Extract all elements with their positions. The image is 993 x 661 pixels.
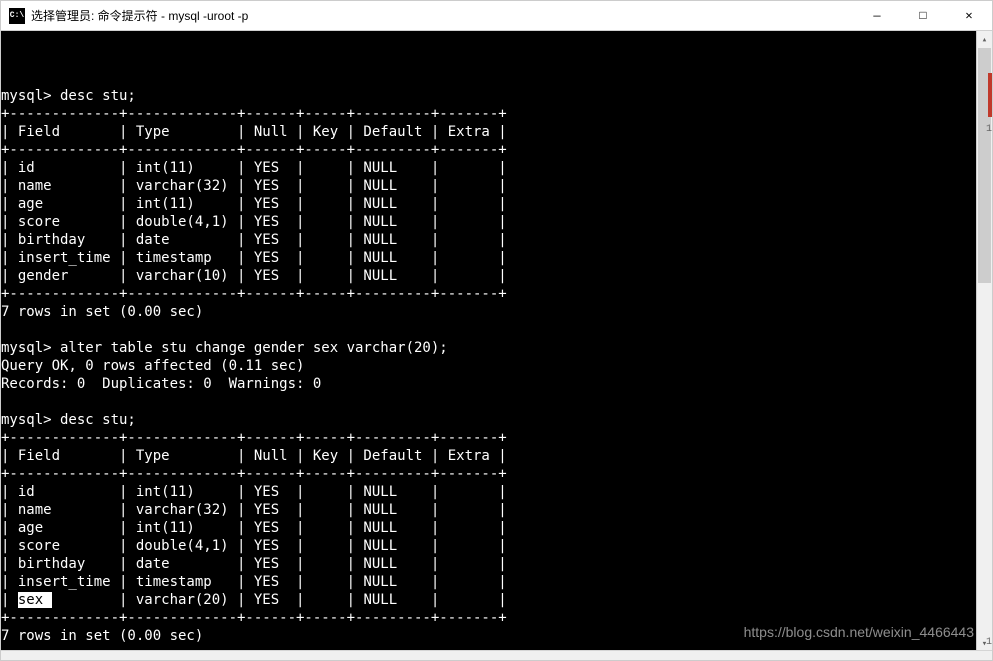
scrollbar-track[interactable] [977, 48, 992, 635]
side-num-top: 1 [986, 124, 992, 135]
terminal[interactable]: mysql> desc stu; +-------------+--------… [1, 31, 976, 652]
cmd-icon: C:\ [9, 8, 25, 24]
titlebar-buttons: — □ ✕ [854, 1, 992, 31]
maximize-button[interactable]: □ [900, 1, 946, 31]
window-frame: C:\ 选择管理员: 命令提示符 - mysql -uroot -p — □ ✕… [0, 0, 993, 661]
titlebar[interactable]: C:\ 选择管理员: 命令提示符 - mysql -uroot -p — □ ✕ [1, 1, 992, 31]
side-red-tab [988, 73, 992, 117]
highlighted-field: sex [18, 592, 52, 608]
minimize-button[interactable]: — [854, 1, 900, 31]
terminal-content: mysql> desc stu; +-------------+--------… [1, 67, 976, 652]
bottom-frame-bar [1, 650, 992, 660]
window-title: 选择管理员: 命令提示符 - mysql -uroot -p [31, 7, 248, 24]
scrollbar-up-arrow[interactable]: ▴ [977, 31, 992, 48]
side-num-bottom: 1 [986, 637, 992, 648]
cmd-icon-text: C:\ [10, 11, 24, 20]
watermark-text: https://blog.csdn.net/weixin_4466443 [744, 624, 974, 640]
close-button[interactable]: ✕ [946, 1, 992, 31]
titlebar-left: C:\ 选择管理员: 命令提示符 - mysql -uroot -p [9, 7, 248, 24]
